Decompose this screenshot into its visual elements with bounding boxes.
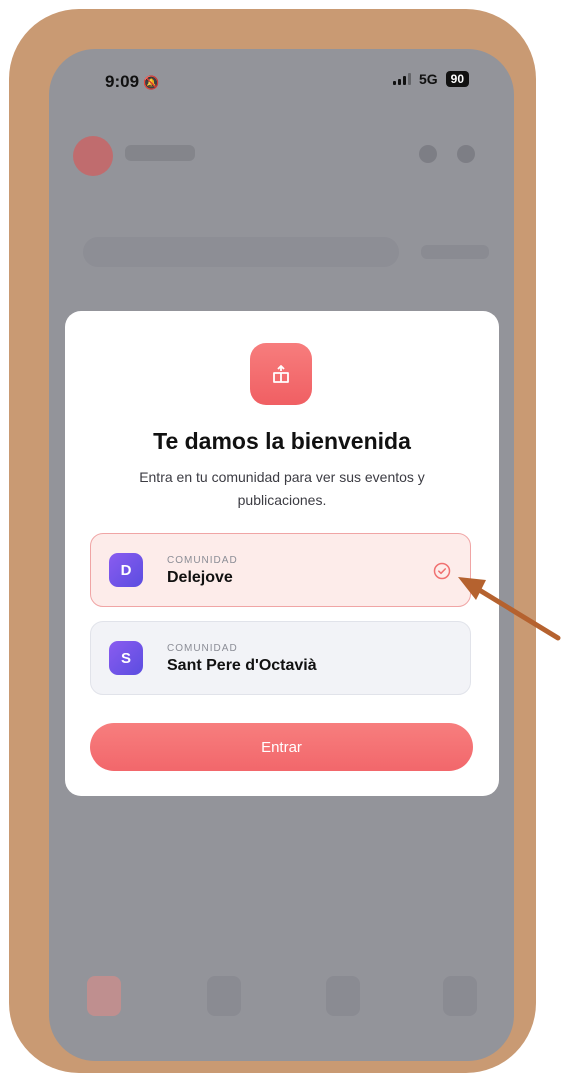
phone-screen: 9:09 🔕 5G 90 Te damos la bienvenida Entr… bbox=[49, 49, 514, 1061]
background-tab-icon bbox=[207, 976, 241, 1016]
community-option-delejove[interactable]: D COMUNIDAD Delejove bbox=[90, 533, 471, 607]
signal-icon bbox=[392, 73, 411, 85]
modal-subtitle: Entra en tu comunidad para ver sus event… bbox=[139, 469, 425, 508]
network-label: 5G bbox=[418, 71, 438, 87]
community-avatar: S bbox=[109, 641, 143, 675]
background-app-logo bbox=[73, 136, 113, 176]
annotation-arrow bbox=[458, 577, 561, 641]
status-time-text: 9:09 bbox=[105, 72, 140, 91]
status-indicators: 5G 90 bbox=[392, 71, 469, 87]
battery-icon: 90 bbox=[445, 71, 469, 87]
background-header-icon bbox=[419, 145, 437, 163]
community-building-icon bbox=[250, 343, 312, 405]
community-name: Delejove bbox=[167, 569, 233, 586]
background-search-bar bbox=[83, 237, 399, 267]
community-option-sant-pere[interactable]: S COMUNIDAD Sant Pere d'Octavià bbox=[90, 621, 471, 695]
background-filter-label bbox=[421, 245, 489, 259]
status-time: 9:09 🔕 bbox=[105, 72, 159, 92]
bell-slash-icon: 🔕 bbox=[143, 75, 160, 90]
background-tab-icon bbox=[326, 976, 360, 1016]
modal-title: Te damos la bienvenida bbox=[153, 428, 411, 454]
phone-frame: 9:09 🔕 5G 90 Te damos la bienvenida Entr… bbox=[9, 9, 536, 1073]
background-tab-icon bbox=[87, 976, 121, 1016]
community-kicker: COMUNIDAD bbox=[167, 555, 238, 566]
background-header-icon bbox=[457, 145, 475, 163]
background-tab-icon bbox=[443, 976, 477, 1016]
community-name: Sant Pere d'Octavià bbox=[167, 657, 317, 674]
enter-button[interactable]: Entrar bbox=[90, 723, 473, 771]
community-avatar: D bbox=[109, 553, 143, 587]
community-kicker: COMUNIDAD bbox=[167, 643, 238, 654]
welcome-modal: Te damos la bienvenida Entra en tu comun… bbox=[65, 311, 499, 796]
background-app-title bbox=[125, 145, 195, 161]
